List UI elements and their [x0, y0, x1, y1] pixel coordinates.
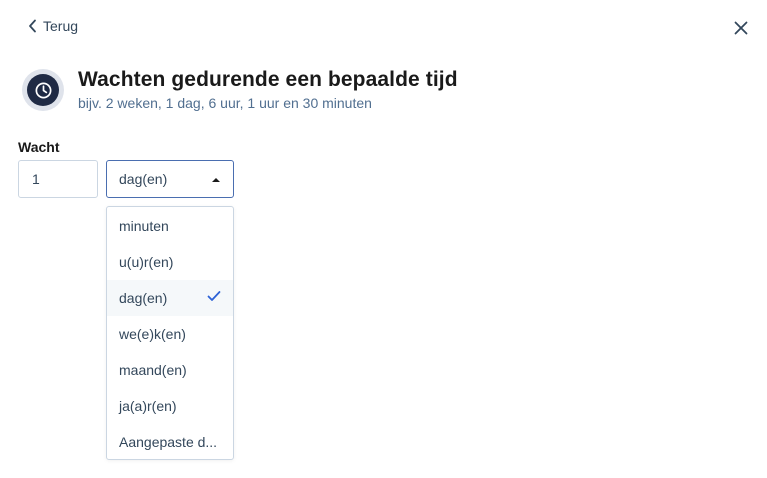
page-title: Wachten gedurende een bepaalde tijd — [78, 68, 458, 91]
wait-amount-input[interactable] — [18, 160, 98, 198]
checkmark-icon — [207, 291, 221, 301]
wait-label: Wacht — [18, 139, 60, 155]
option-minuten[interactable]: minuten — [107, 208, 233, 244]
option-weken[interactable]: we(e)k(en) — [107, 316, 233, 352]
page-header: Wachten gedurende een bepaalde tijd bijv… — [22, 68, 458, 111]
wait-action-panel: Terug Wachten gedurende een bepaalde tij… — [0, 0, 767, 478]
option-jaren[interactable]: ja(a)r(en) — [107, 388, 233, 424]
caret-up-icon — [212, 178, 220, 182]
close-icon — [734, 21, 748, 35]
unit-select-value: dag(en) — [119, 171, 168, 187]
clock-badge — [22, 69, 64, 111]
clock-icon — [35, 82, 51, 98]
option-dagen[interactable]: dag(en) — [107, 280, 233, 316]
option-maanden[interactable]: maand(en) — [107, 352, 233, 388]
back-label: Terug — [43, 18, 79, 34]
back-link[interactable]: Terug — [28, 18, 78, 34]
option-aangepaste-duur[interactable]: Aangepaste d... — [107, 424, 233, 460]
chevron-left-icon — [29, 19, 36, 33]
option-uren[interactable]: u(u)r(en) — [107, 244, 233, 280]
page-subtitle: bijv. 2 weken, 1 dag, 6 uur, 1 uur en 30… — [78, 95, 372, 111]
unit-dropdown-menu: minuten u(u)r(en) dag(en) we(e)k(en) maa… — [106, 206, 234, 460]
unit-select[interactable]: dag(en) — [106, 160, 234, 198]
close-button[interactable] — [732, 19, 750, 37]
